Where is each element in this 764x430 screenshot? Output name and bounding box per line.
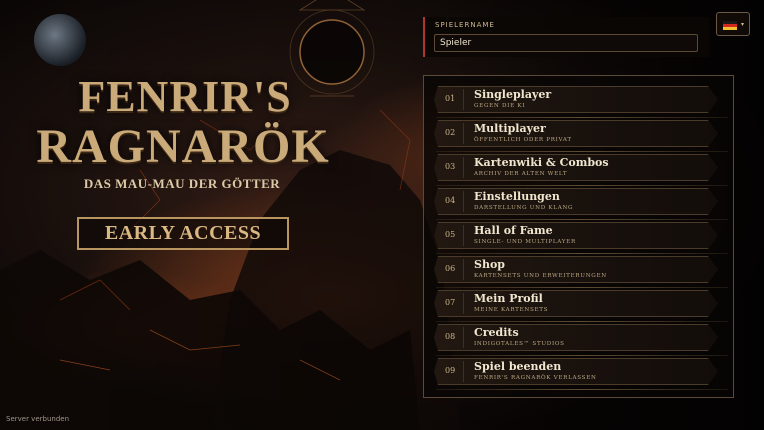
menu-item-label: Kartenwiki & Combos [474, 156, 609, 169]
menu-item-number: 04 [445, 196, 456, 205]
player-name-panel: SPIELERNAME [423, 17, 709, 57]
menu-item-rule [436, 185, 728, 186]
menu-item-label: Multiplayer [474, 122, 546, 135]
menu-item-number: 06 [445, 264, 456, 273]
chevron-down-icon: ▾ [741, 21, 745, 28]
menu-item-rule [436, 287, 728, 288]
menu-item-rule [436, 355, 728, 356]
menu-item-number: 05 [445, 230, 456, 239]
language-selector-button[interactable]: ▾ [716, 12, 750, 36]
menu-item-divider [463, 293, 464, 314]
game-title-line-2: RAGNARÖK [36, 120, 330, 173]
menu-item-subtitle: ÖFFENTLICH ODER PRIVAT [474, 137, 572, 143]
game-title-line-1: FENRIR'S [78, 72, 292, 121]
player-name-label: SPIELERNAME [435, 21, 495, 29]
main-menu: 01 Singleplayer GEGEN DIE KI 02 Multipla… [423, 75, 734, 398]
menu-item-subtitle: SINGLE- UND MULTIPLAYER [474, 239, 576, 245]
menu-item-rule [436, 117, 728, 118]
menu-item-label: Einstellungen [474, 190, 560, 203]
menu-item-rule [436, 253, 728, 254]
menu-item-label: Singleplayer [474, 88, 552, 101]
menu-item-divider [463, 361, 464, 382]
player-name-input[interactable] [434, 34, 698, 52]
menu-item-shop[interactable]: 06 Shop KARTENSETS UND ERWEITERUNGEN [434, 256, 728, 288]
menu-item-subtitle: INDIGOTALES™ STUDIOS [474, 341, 565, 347]
early-access-badge: EARLY ACCESS [77, 217, 289, 250]
menu-item-label: Mein Profil [474, 292, 543, 305]
menu-item-label: Hall of Fame [474, 224, 553, 237]
menu-item-rule [436, 389, 728, 390]
menu-item-rule [436, 219, 728, 220]
menu-item-rule [436, 151, 728, 152]
menu-item-subtitle: GEGEN DIE KI [474, 103, 526, 109]
menu-item-divider [463, 123, 464, 144]
menu-item-number: 08 [445, 332, 456, 341]
menu-item-card-wiki[interactable]: 03 Kartenwiki & Combos ARCHIV DER ALTEN … [434, 154, 728, 186]
german-flag-icon [723, 21, 737, 30]
menu-item-multiplayer[interactable]: 02 Multiplayer ÖFFENTLICH ODER PRIVAT [434, 120, 728, 152]
menu-item-divider [463, 327, 464, 348]
menu-item-label: Shop [474, 258, 505, 271]
menu-item-number: 03 [445, 162, 456, 171]
menu-item-rule [436, 321, 728, 322]
menu-item-divider [463, 157, 464, 178]
menu-item-settings[interactable]: 04 Einstellungen DARSTELLUNG UND KLANG [434, 188, 728, 220]
menu-item-profile[interactable]: 07 Mein Profil MEINE KARTENSETS [434, 290, 728, 322]
game-subtitle: DAS MAU-MAU DER GÖTTER [83, 176, 281, 191]
menu-item-divider [463, 259, 464, 280]
menu-item-subtitle: KARTENSETS UND ERWEITERUNGEN [474, 273, 607, 279]
menu-item-singleplayer[interactable]: 01 Singleplayer GEGEN DIE KI [434, 86, 728, 118]
server-status-text: Server verbunden [6, 415, 70, 423]
menu-item-subtitle: FENRIR'S RAGNARÖK VERLASSEN [474, 375, 597, 381]
menu-item-divider [463, 89, 464, 110]
menu-item-number: 01 [445, 94, 456, 103]
menu-item-subtitle: DARSTELLUNG UND KLANG [474, 205, 574, 211]
menu-item-label: Credits [474, 326, 519, 339]
menu-item-subtitle: ARCHIV DER ALTEN WELT [474, 171, 568, 177]
menu-item-label: Spiel beenden [474, 360, 562, 373]
menu-item-number: 02 [445, 128, 456, 137]
menu-item-credits[interactable]: 08 Credits INDIGOTALES™ STUDIOS [434, 324, 728, 356]
menu-item-hall-of-fame[interactable]: 05 Hall of Fame SINGLE- UND MULTIPLAYER [434, 222, 728, 254]
menu-item-quit-game[interactable]: 09 Spiel beenden FENRIR'S RAGNARÖK VERLA… [434, 358, 728, 390]
menu-item-number: 09 [445, 366, 456, 375]
menu-item-divider [463, 191, 464, 212]
menu-item-divider [463, 225, 464, 246]
menu-item-subtitle: MEINE KARTENSETS [474, 307, 549, 313]
menu-item-number: 07 [445, 298, 456, 307]
